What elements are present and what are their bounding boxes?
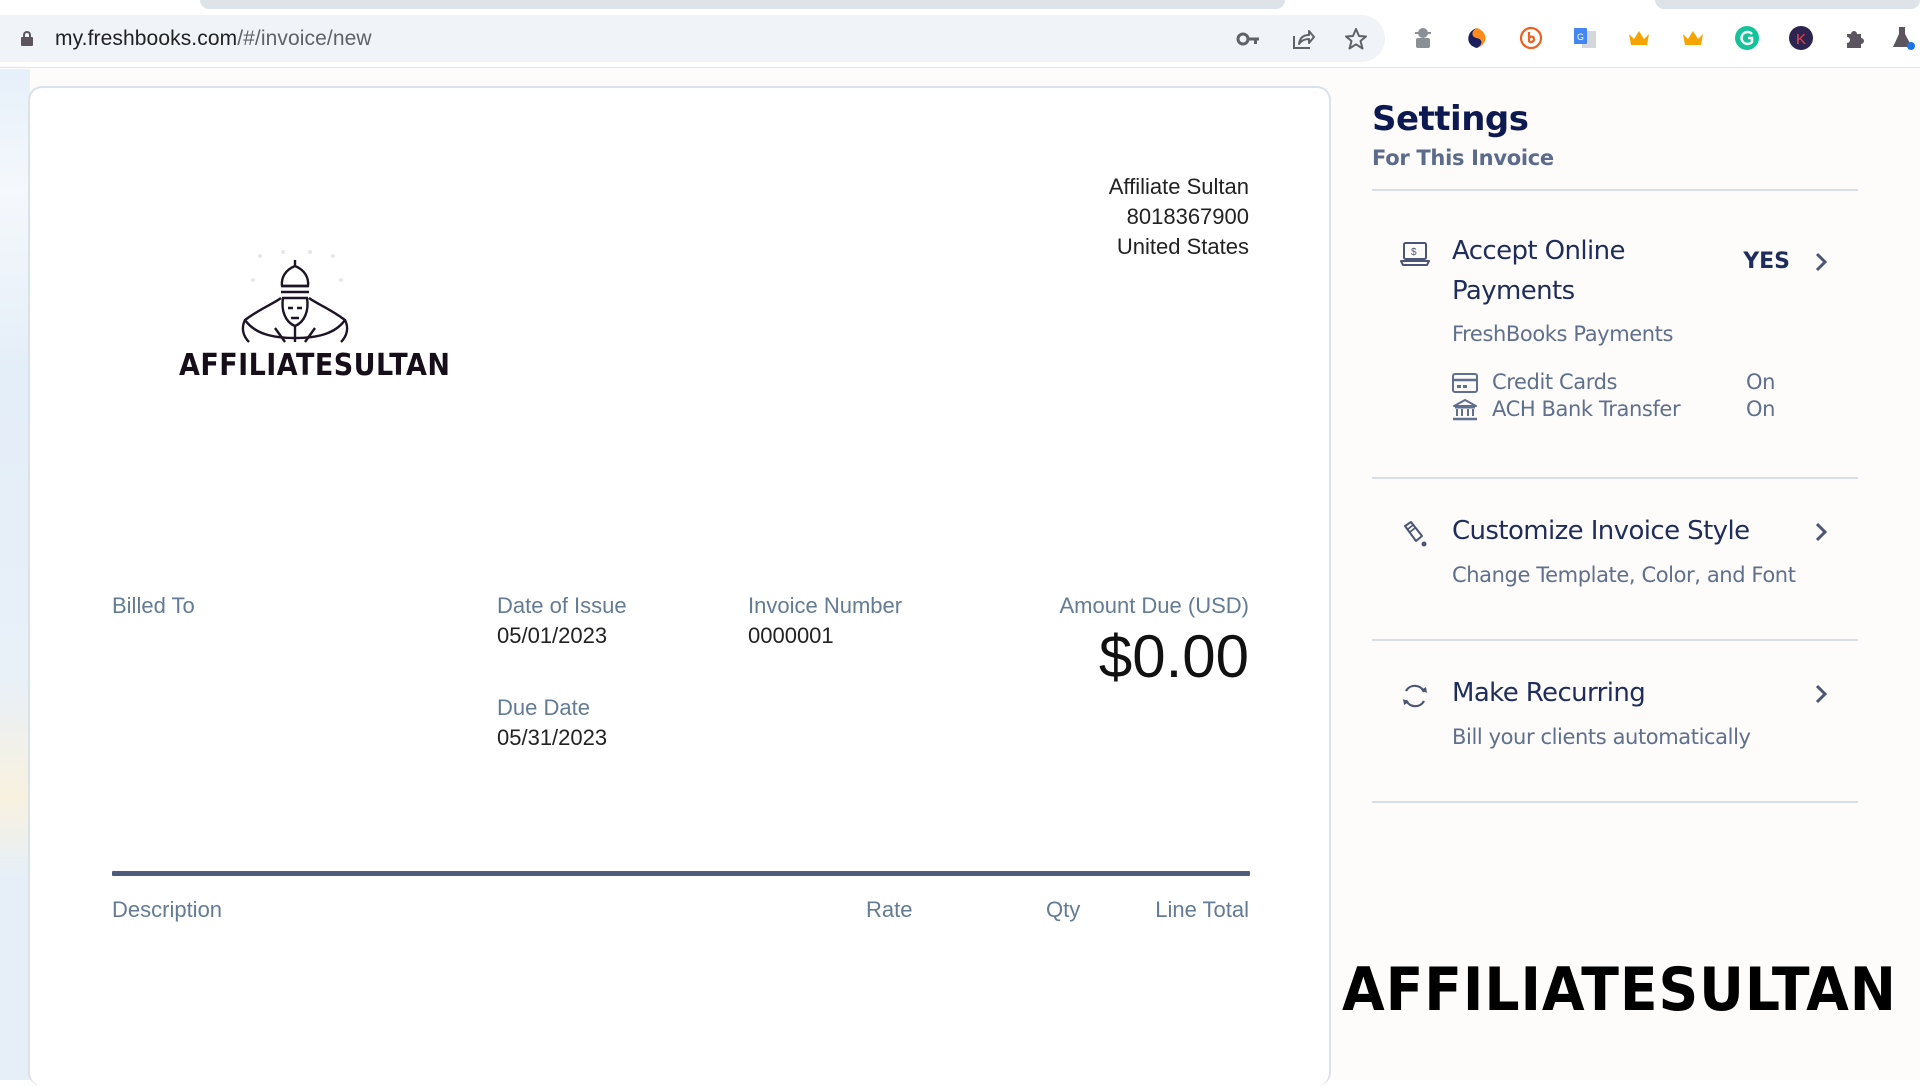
svg-text:K: K bbox=[1796, 31, 1806, 48]
labs-flask-icon[interactable] bbox=[1890, 25, 1916, 51]
k-extension-icon[interactable]: K bbox=[1788, 25, 1814, 51]
credit-cards-row: Credit Cards On bbox=[1452, 370, 1792, 396]
logo-wordmark: AFFILIATESULTAN bbox=[179, 348, 451, 383]
key-icon[interactable] bbox=[1235, 26, 1261, 52]
watermark-text: AFFILIATESULTAN bbox=[1342, 955, 1897, 1025]
company-logo[interactable]: AFFILIATESULTAN bbox=[145, 238, 450, 408]
url-path: /#/invoice/new bbox=[237, 27, 372, 50]
sender-name: Affiliate Sultan bbox=[1108, 174, 1249, 199]
bank-icon bbox=[1453, 399, 1477, 421]
label-line-1: Accept Online bbox=[1452, 236, 1626, 266]
billed-to-field[interactable]: Billed To bbox=[112, 593, 195, 619]
divider bbox=[1372, 639, 1858, 641]
google-translate-extension-icon[interactable]: G bbox=[1572, 25, 1598, 51]
spy-extension-icon[interactable] bbox=[1410, 25, 1436, 51]
sender-phone: 8018367900 bbox=[1126, 204, 1249, 229]
payment-provider: FreshBooks Payments bbox=[1452, 322, 1674, 346]
chevron-right-icon bbox=[1815, 684, 1828, 704]
online-payments-status: YES bbox=[1743, 249, 1790, 274]
date-of-issue-field[interactable]: Date of Issue 05/01/2023 bbox=[497, 593, 627, 649]
invoice-number-value[interactable]: 0000001 bbox=[748, 623, 902, 649]
extensions-puzzle-icon[interactable] bbox=[1842, 25, 1868, 51]
billed-to-label: Billed To bbox=[112, 593, 195, 618]
accept-online-payments-label: Accept Online Payments bbox=[1452, 231, 1626, 311]
line-items-divider bbox=[112, 871, 1250, 876]
customize-invoice-style-item[interactable]: Customize Invoice Style Change Template,… bbox=[1372, 509, 1858, 619]
customize-invoice-style-label: Customize Invoice Style bbox=[1452, 516, 1750, 546]
invoice-card: AFFILIATESULTAN Affiliate Sultan 8018367… bbox=[28, 86, 1331, 1086]
sender-country: United States bbox=[1116, 234, 1249, 259]
url-host: my.freshbooks.com bbox=[55, 27, 238, 50]
lock-icon[interactable] bbox=[21, 31, 33, 46]
make-recurring-label: Make Recurring bbox=[1452, 678, 1646, 708]
svg-text:G: G bbox=[1577, 32, 1584, 42]
paintbrush-icon bbox=[1400, 519, 1430, 549]
browser-toolbar: my.freshbooks.com/#/invoice/new G K bbox=[0, 10, 1920, 68]
page-area: AFFILIATESULTAN Affiliate Sultan 8018367… bbox=[0, 69, 1920, 1086]
url-text[interactable]: my.freshbooks.com/#/invoice/new bbox=[55, 27, 372, 51]
chevron-right-icon bbox=[1815, 252, 1828, 272]
amount-due: Amount Due (USD) $0.00 bbox=[1059, 593, 1249, 689]
method-name: Credit Cards bbox=[1492, 370, 1618, 394]
ach-bank-transfer-row: ACH Bank Transfer On bbox=[1452, 397, 1792, 423]
address-bar[interactable]: my.freshbooks.com/#/invoice/new bbox=[0, 15, 1385, 62]
customize-invoice-style-description: Change Template, Color, and Font bbox=[1452, 563, 1796, 587]
divider bbox=[1372, 801, 1858, 803]
due-date-label: Due Date bbox=[497, 695, 590, 720]
method-state: On bbox=[1746, 397, 1776, 421]
settings-subtitle: For This Invoice bbox=[1372, 146, 1554, 170]
tab-strip bbox=[0, 0, 1920, 10]
settings-panel: Settings For This Invoice $ Accept Onlin… bbox=[1372, 69, 1858, 1080]
bookmark-star-icon[interactable] bbox=[1343, 26, 1369, 52]
make-recurring-item[interactable]: Make Recurring Bill your clients automat… bbox=[1372, 671, 1858, 781]
date-of-issue-label: Date of Issue bbox=[497, 593, 627, 618]
bitly-extension-icon[interactable] bbox=[1518, 25, 1544, 51]
due-date-field[interactable]: Due Date 05/31/2023 bbox=[497, 695, 607, 751]
settings-title: Settings bbox=[1372, 99, 1529, 139]
semrush-extension-icon[interactable] bbox=[1464, 25, 1490, 51]
invoice-number-field[interactable]: Invoice Number 0000001 bbox=[748, 593, 902, 649]
crown-extension-icon[interactable] bbox=[1626, 25, 1652, 51]
divider bbox=[1372, 477, 1858, 479]
inactive-tab[interactable] bbox=[1655, 0, 1920, 9]
column-header-rate: Rate bbox=[866, 897, 913, 922]
method-state: On bbox=[1746, 370, 1776, 394]
divider bbox=[1372, 189, 1858, 191]
column-header-qty: Qty bbox=[1046, 897, 1081, 922]
svg-text:$: $ bbox=[1411, 247, 1417, 258]
laptop-dollar-icon: $ bbox=[1400, 239, 1430, 269]
chevron-right-icon bbox=[1815, 522, 1828, 542]
column-header-line-total: Line Total bbox=[1155, 897, 1249, 922]
credit-card-icon bbox=[1452, 373, 1478, 393]
invoice-number-label: Invoice Number bbox=[748, 593, 903, 618]
accept-online-payments-item[interactable]: $ Accept Online Payments YES FreshBooks … bbox=[1372, 219, 1858, 421]
inactive-tab[interactable] bbox=[200, 0, 1285, 9]
label-line-2: Payments bbox=[1452, 276, 1575, 306]
grammarly-extension-icon[interactable] bbox=[1734, 25, 1760, 51]
crown-extension-icon-2[interactable] bbox=[1680, 25, 1706, 51]
amount-due-label: Amount Due (USD) bbox=[1059, 593, 1249, 618]
amount-due-value: $0.00 bbox=[1098, 623, 1249, 690]
method-name: ACH Bank Transfer bbox=[1492, 397, 1681, 421]
date-of-issue-value[interactable]: 05/01/2023 bbox=[497, 623, 627, 649]
refresh-recurring-icon bbox=[1400, 681, 1430, 711]
make-recurring-description: Bill your clients automatically bbox=[1452, 725, 1751, 749]
background-sidebar-edge bbox=[0, 69, 30, 1080]
column-header-description: Description bbox=[112, 897, 223, 922]
sender-address[interactable]: Affiliate Sultan 8018367900 United State… bbox=[1109, 172, 1249, 262]
sultan-illustration-icon bbox=[241, 250, 349, 343]
due-date-value[interactable]: 05/31/2023 bbox=[497, 725, 607, 751]
share-icon[interactable] bbox=[1290, 26, 1316, 52]
